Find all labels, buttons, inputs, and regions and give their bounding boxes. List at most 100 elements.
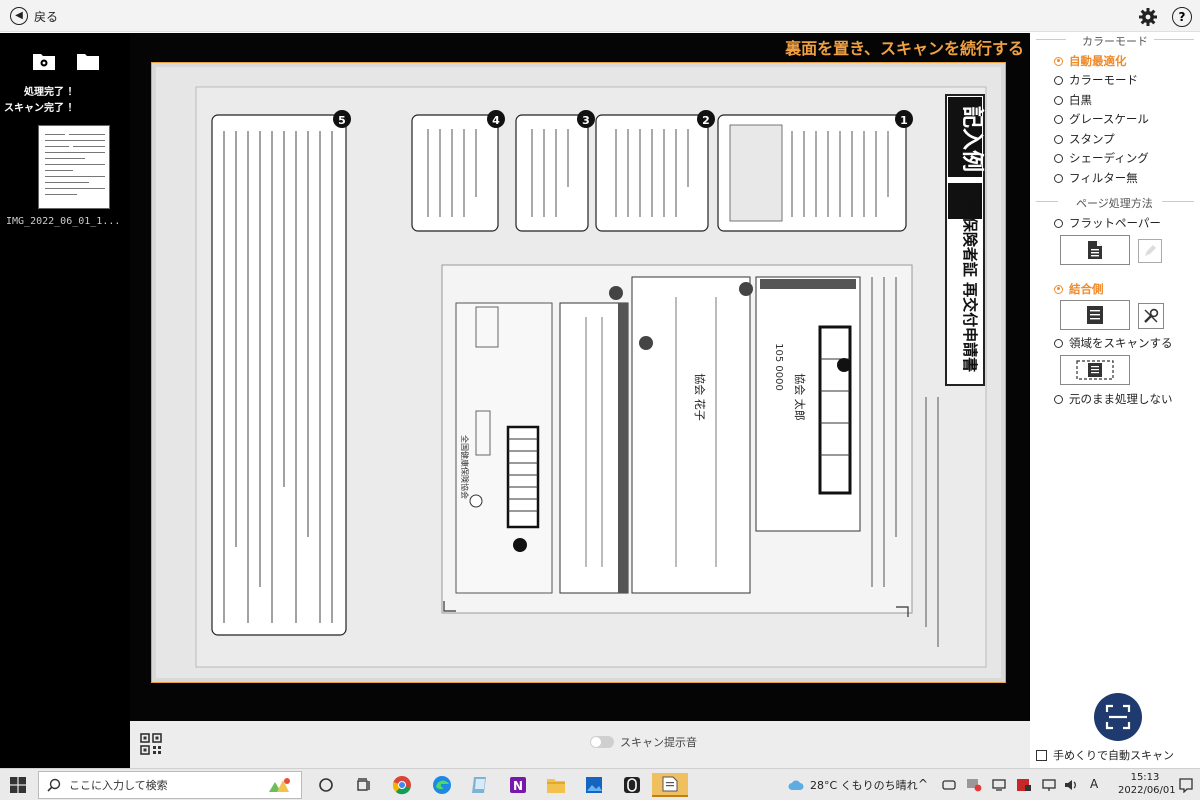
top-bar: ◀ 戻る ? <box>0 0 1200 32</box>
radio-dot <box>1054 153 1063 163</box>
chrome-icon[interactable] <box>390 773 414 797</box>
thumbnail-filename: IMG_2022_06_01_1... <box>6 216 121 227</box>
scan-button[interactable] <box>1094 693 1142 741</box>
pencil-icon <box>1145 245 1156 256</box>
weather-widget[interactable]: 28°C くもりのち晴れ <box>788 777 918 793</box>
network-icon[interactable] <box>1042 778 1056 792</box>
cortana-icon[interactable] <box>314 773 338 797</box>
page-method-flat[interactable]: フラットペーパー <box>1054 215 1161 231</box>
auto-scan-option[interactable]: 手めくりで自動スキャン <box>1036 747 1174 763</box>
color-mode-shading[interactable]: シェーディング <box>1054 150 1149 166</box>
continue-scan-hint[interactable]: 裏面を置き、スキャンを続行する <box>785 35 1024 59</box>
flat-edit-button[interactable] <box>1138 239 1162 263</box>
tray-chevron-icon[interactable]: ^ <box>918 777 928 791</box>
meet-now-icon[interactable] <box>942 778 956 792</box>
page-method-label: フラットペーパー <box>1069 216 1161 230</box>
page-method-binding[interactable]: 結合側 <box>1054 281 1104 297</box>
radio-dot <box>1054 173 1063 183</box>
sample-name: 協会 太郎 <box>793 373 807 421</box>
auto-scan-label: 手めくりで自動スキャン <box>1053 749 1174 762</box>
color-mode-stamp[interactable]: スタンプ <box>1054 131 1115 147</box>
color-mode-label: 白黒 <box>1069 93 1092 107</box>
binding-tools-button[interactable] <box>1138 303 1164 329</box>
security-alert-icon[interactable] <box>966 778 982 792</box>
color-mode-grayscale[interactable]: グレースケール <box>1054 111 1149 127</box>
scan-sound-setting: スキャン提示音 <box>590 734 697 750</box>
edge-icon[interactable] <box>430 773 454 797</box>
area-scan-preview[interactable] <box>1060 355 1130 385</box>
scan-footer-bar: スキャン提示音 <box>130 721 1030 768</box>
folder-icon[interactable] <box>76 51 100 71</box>
weather-text: 28°C くもりのち晴れ <box>810 779 918 792</box>
clock-time: 15:13 <box>1130 772 1160 783</box>
scanner-app: ◀ 戻る ? 処理完了 ！ スキャン完了 ！ IMG_2022_06_01_1.… <box>0 0 1200 800</box>
notes-app-icon[interactable] <box>468 773 492 797</box>
gear-icon[interactable] <box>1138 7 1158 27</box>
sample-dependent: 協会 花子 <box>693 373 706 421</box>
color-mode-title: カラーモード <box>1082 35 1148 48</box>
back-button[interactable]: ◀ 戻る <box>10 6 58 26</box>
color-mode-no-filter[interactable]: フィルター無 <box>1054 170 1138 186</box>
scan-sound-toggle[interactable] <box>590 736 614 748</box>
page-thumbnail[interactable] <box>38 125 110 209</box>
display-icon[interactable] <box>992 778 1006 792</box>
color-mode-label: カラーモード <box>1069 73 1138 87</box>
color-mode-label: スタンプ <box>1069 132 1115 146</box>
divider <box>1154 39 1194 40</box>
help-icon[interactable]: ? <box>1172 7 1192 27</box>
photos-icon[interactable] <box>582 773 606 797</box>
color-mode-color[interactable]: カラーモード <box>1054 72 1138 88</box>
volume-icon[interactable] <box>1064 778 1078 792</box>
box-1-num: 1 <box>900 114 908 127</box>
color-mode-bw[interactable]: 白黒 <box>1054 92 1092 108</box>
scan-preview: 裏面を置き、スキャンを続行する 記入例 被保険者証 再交付申請書 1 2 3 4… <box>130 33 1030 721</box>
book-icon <box>1087 306 1103 324</box>
doc-title: 記入例 <box>959 106 985 172</box>
box-4-num: 4 <box>492 114 500 127</box>
scanner-app-taskbar-icon[interactable] <box>620 773 644 797</box>
system-clock[interactable]: 15:13 2022/06/01 <box>1118 771 1176 797</box>
file-explorer-icon[interactable] <box>544 773 568 797</box>
taskbar-search[interactable]: ここに入力して検索 <box>38 771 302 799</box>
color-mode-auto[interactable]: 自動最適化 <box>1054 53 1127 69</box>
status-processed: 処理完了 ！ <box>24 87 78 98</box>
app-badge-icon[interactable] <box>1016 778 1032 792</box>
radio-dot <box>1054 75 1063 85</box>
search-icon <box>47 778 61 792</box>
binding-preview[interactable] <box>1060 300 1130 330</box>
page-method-label: 結合側 <box>1069 282 1104 296</box>
color-mode-label: シェーディング <box>1069 151 1149 165</box>
document-crop-frame[interactable]: 記入例 被保険者証 再交付申請書 1 2 3 4 5 協会 太郎 105 000… <box>151 62 1006 683</box>
radio-dot <box>1054 56 1063 66</box>
onenote-icon[interactable]: N <box>506 773 530 797</box>
radio-dot <box>1054 114 1063 124</box>
page-method-none[interactable]: 元のまま処理しない <box>1054 391 1173 407</box>
search-highlight-icon <box>269 778 290 792</box>
document-icon <box>1088 241 1102 259</box>
qr-code-icon[interactable] <box>140 733 162 755</box>
flat-paper-preview[interactable] <box>1060 235 1130 265</box>
color-mode-label: グレースケール <box>1069 112 1149 126</box>
notification-icon[interactable] <box>1178 777 1194 793</box>
scanned-document: 記入例 被保険者証 再交付申請書 1 2 3 4 5 協会 太郎 105 000… <box>156 67 1001 678</box>
status-scanned: スキャン完了 ！ <box>4 103 78 114</box>
back-label: 戻る <box>34 9 59 24</box>
search-placeholder: ここに入力して検索 <box>69 779 168 792</box>
page-method-label: 領域をスキャンする <box>1069 336 1173 350</box>
radio-dot <box>1054 95 1063 105</box>
cloud-icon <box>788 780 804 790</box>
radio-dot <box>1054 394 1063 404</box>
page-method-area[interactable]: 領域をスキャンする <box>1054 335 1173 351</box>
task-view-icon[interactable] <box>352 773 376 797</box>
active-app-icon[interactable] <box>652 773 688 797</box>
radio-dot <box>1054 338 1063 348</box>
auto-scan-checkbox[interactable] <box>1036 749 1047 761</box>
windows-start-icon[interactable] <box>10 777 26 793</box>
divider <box>1162 201 1194 202</box>
page-method-title: ページ処理方法 <box>1076 197 1153 210</box>
radio-dot <box>1054 134 1063 144</box>
scan-sound-label: スキャン提示音 <box>620 736 697 749</box>
ime-indicator[interactable]: A <box>1090 777 1098 791</box>
settings-panel: カラーモード 自動最適化 カラーモード 白黒 グレースケール スタンプ シェーデ… <box>1030 33 1200 768</box>
settings-folder-icon[interactable] <box>32 51 56 71</box>
